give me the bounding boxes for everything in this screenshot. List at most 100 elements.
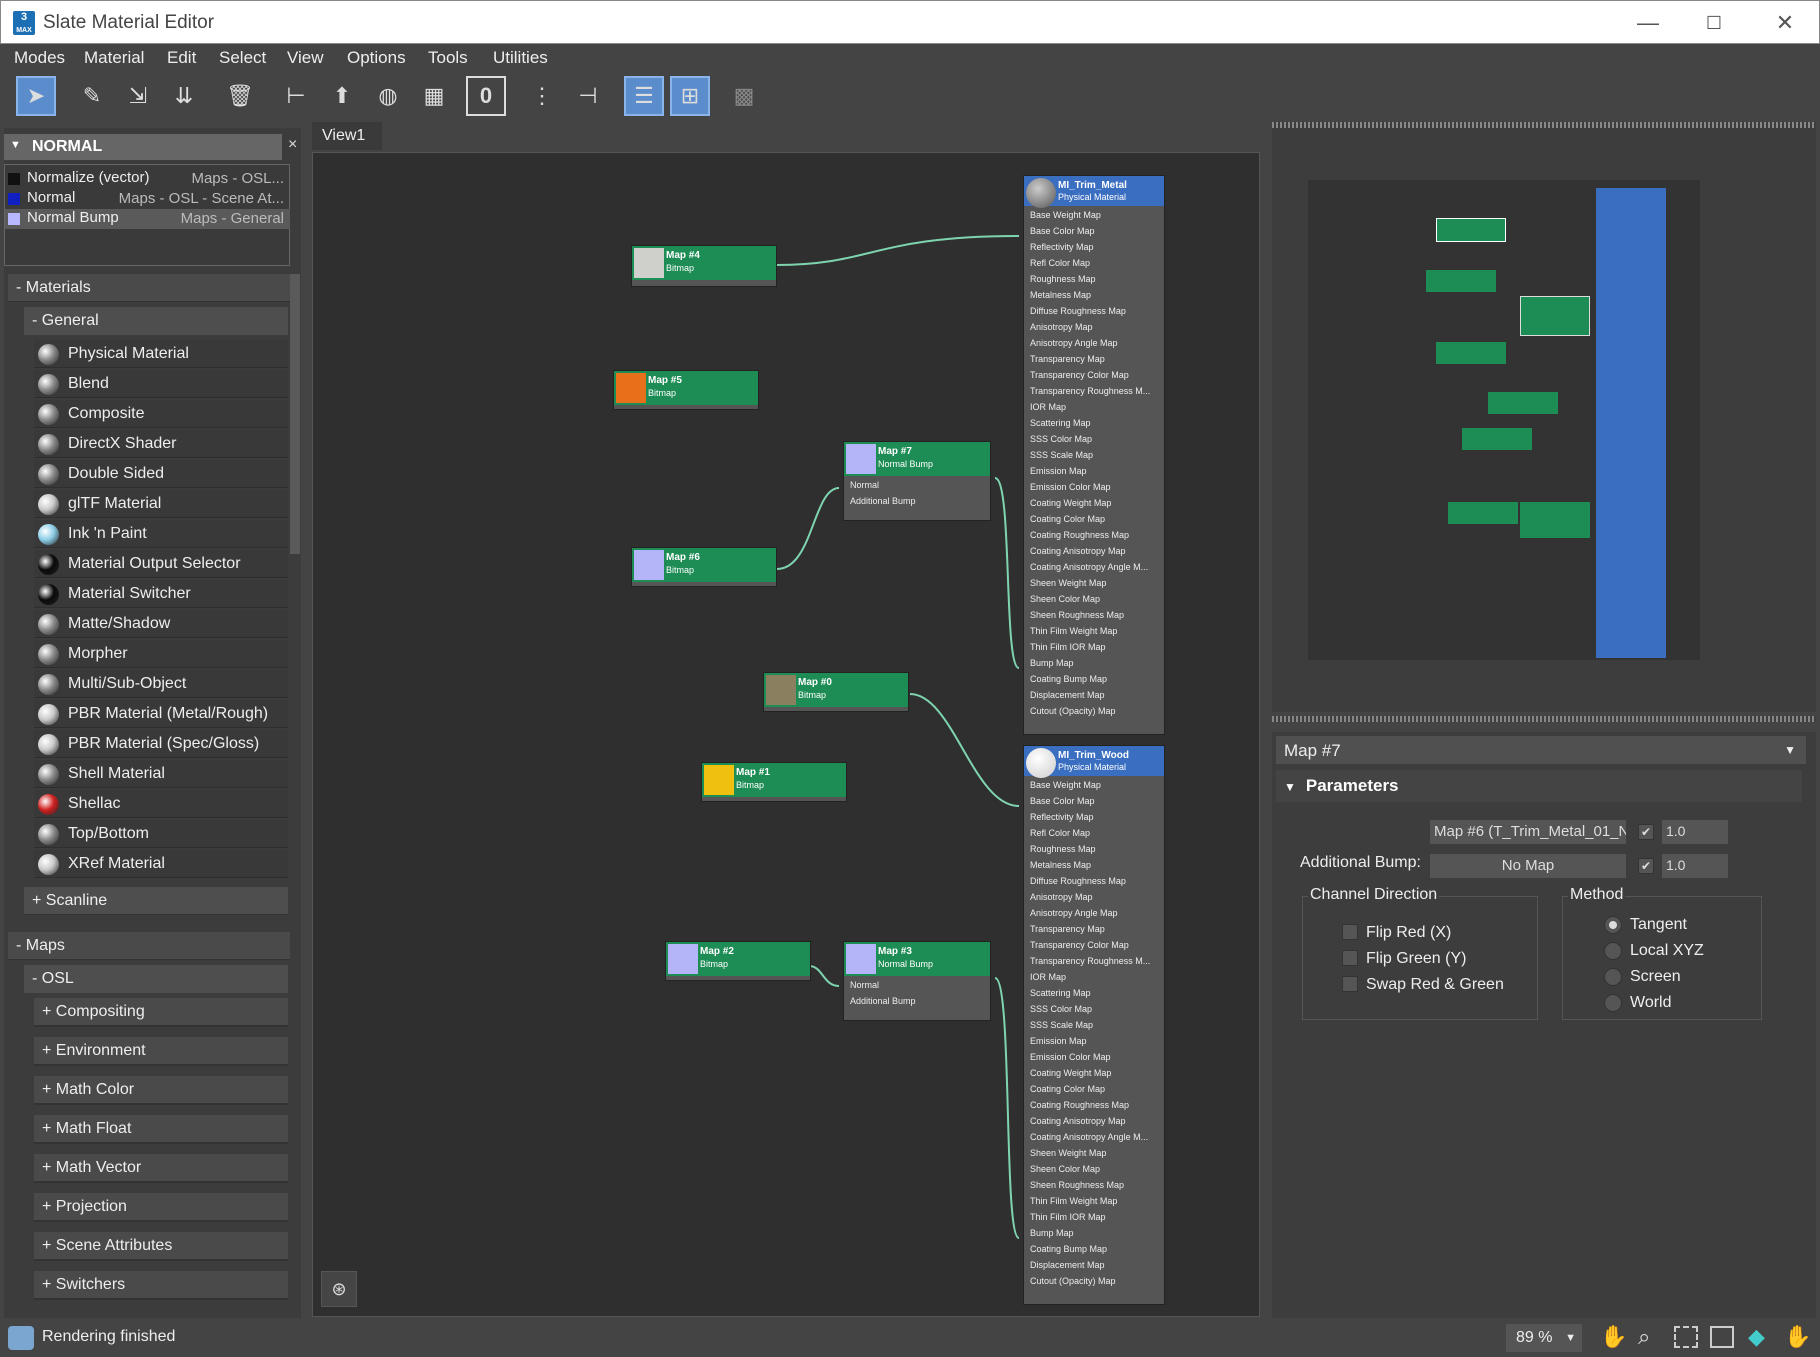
material-slot[interactable]: Transparency Roughness M... bbox=[1024, 956, 1164, 966]
radio-world[interactable] bbox=[1604, 994, 1622, 1012]
material-slot[interactable]: Sheen Color Map bbox=[1024, 1164, 1164, 1174]
osl-group-header[interactable]: + Projection bbox=[34, 1193, 288, 1222]
select-tool-icon[interactable]: ➤ bbox=[16, 76, 56, 116]
material-slot[interactable]: Refl Color Map bbox=[1024, 258, 1164, 268]
material-item[interactable]: Morpher bbox=[34, 640, 288, 668]
maps-section-header[interactable]: - Maps bbox=[8, 932, 290, 960]
node-map6[interactable]: Map #6 Bitmap bbox=[631, 547, 777, 587]
layout-all-icon[interactable]: ⊢ bbox=[276, 76, 316, 116]
osl-group-header[interactable]: + Environment bbox=[34, 1037, 288, 1066]
layout-children-icon[interactable]: ⬆ bbox=[322, 76, 362, 116]
material-item[interactable]: glTF Material bbox=[34, 490, 288, 518]
material-slot[interactable]: Coating Bump Map bbox=[1024, 1244, 1164, 1254]
material-item[interactable]: Multi/Sub-Object bbox=[34, 670, 288, 698]
material-slot[interactable]: Coating Roughness Map bbox=[1024, 1100, 1164, 1110]
zoom-extents-icon[interactable] bbox=[1710, 1326, 1734, 1348]
collapse-triangle-icon[interactable]: ▼ bbox=[10, 139, 21, 151]
osl-group-header[interactable]: + Math Vector bbox=[34, 1154, 288, 1183]
material-slot[interactable]: Coating Color Map bbox=[1024, 514, 1164, 524]
menu-modes[interactable]: Modes bbox=[14, 48, 65, 68]
material-slot[interactable]: Coating Roughness Map bbox=[1024, 530, 1164, 540]
search-result[interactable]: Normal Maps - OSL - Scene At... bbox=[5, 189, 290, 209]
material-id-icon[interactable]: 0 bbox=[466, 76, 506, 116]
material-item[interactable]: Shell Material bbox=[34, 760, 288, 788]
material-item[interactable]: Blend bbox=[34, 370, 288, 398]
material-slot[interactable]: Sheen Color Map bbox=[1024, 594, 1164, 604]
material-slot[interactable]: Scattering Map bbox=[1024, 418, 1164, 428]
normal-amount-spinner[interactable]: 1.0 bbox=[1662, 820, 1728, 844]
minimize-button[interactable]: — bbox=[1628, 9, 1668, 37]
material-slot[interactable]: Roughness Map bbox=[1024, 844, 1164, 854]
menu-material[interactable]: Material bbox=[84, 48, 144, 68]
node-canvas[interactable]: Map #4 Bitmap Map #5 Bitmap Map #6 Bitmap M… bbox=[312, 152, 1260, 1317]
node-map2[interactable]: Map #2 Bitmap bbox=[665, 941, 811, 981]
move-children-icon[interactable]: ⇊ bbox=[164, 76, 204, 116]
osl-group-header[interactable]: + Compositing bbox=[34, 998, 288, 1027]
material-slot[interactable]: Sheen Roughness Map bbox=[1024, 610, 1164, 620]
slot-additional-bump[interactable]: Additional Bump bbox=[844, 496, 990, 506]
show-map-in-viewport-icon[interactable]: ◍ bbox=[368, 76, 408, 116]
material-slot[interactable]: Anisotropy Angle Map bbox=[1024, 338, 1164, 348]
material-item[interactable]: PBR Material (Spec/Gloss) bbox=[34, 730, 288, 758]
slot-normal[interactable]: Normal bbox=[844, 480, 990, 490]
slot-normal[interactable]: Normal bbox=[844, 980, 990, 990]
node-map7[interactable]: Map #7 Normal Bump Normal Additional Bump bbox=[843, 441, 991, 521]
material-slot[interactable]: Thin Film Weight Map bbox=[1024, 626, 1164, 636]
material-slot[interactable]: Diffuse Roughness Map bbox=[1024, 876, 1164, 886]
material-slot[interactable]: SSS Scale Map bbox=[1024, 1020, 1164, 1030]
material-slot[interactable]: Diffuse Roughness Map bbox=[1024, 306, 1164, 316]
material-slot[interactable]: Coating Anisotropy Map bbox=[1024, 546, 1164, 556]
tab-view1[interactable]: View1 bbox=[312, 122, 382, 150]
menu-edit[interactable]: Edit bbox=[167, 48, 196, 68]
radio-local-xyz[interactable] bbox=[1604, 942, 1622, 960]
material-slot[interactable]: Thin Film IOR Map bbox=[1024, 642, 1164, 652]
node-mi-trim-metal[interactable]: MI_Trim_Metal Physical Material Base Weig… bbox=[1023, 175, 1165, 735]
menu-select[interactable]: Select bbox=[219, 48, 266, 68]
material-slot[interactable]: Coating Bump Map bbox=[1024, 674, 1164, 684]
material-slot[interactable]: Emission Map bbox=[1024, 1036, 1164, 1046]
material-slot[interactable]: Scattering Map bbox=[1024, 988, 1164, 998]
material-slot[interactable]: Refl Color Map bbox=[1024, 828, 1164, 838]
assign-material-icon[interactable]: ⇲ bbox=[118, 76, 158, 116]
material-slot[interactable]: Sheen Roughness Map bbox=[1024, 1180, 1164, 1190]
material-slot[interactable]: Anisotropy Angle Map bbox=[1024, 908, 1164, 918]
osl-subsection-header[interactable]: - OSL bbox=[24, 965, 288, 993]
material-slot[interactable]: Reflectivity Map bbox=[1024, 242, 1164, 252]
navigator-icon[interactable]: ▩ bbox=[724, 76, 764, 116]
material-slot[interactable]: Base Color Map bbox=[1024, 226, 1164, 236]
material-slot[interactable]: Transparency Color Map bbox=[1024, 940, 1164, 950]
general-subsection-header[interactable]: - General bbox=[24, 307, 288, 335]
material-slot[interactable]: Anisotropy Map bbox=[1024, 892, 1164, 902]
material-slot[interactable]: Reflectivity Map bbox=[1024, 812, 1164, 822]
material-slot[interactable]: Cutout (Opacity) Map bbox=[1024, 1276, 1164, 1286]
menu-tools[interactable]: Tools bbox=[428, 48, 468, 68]
material-item[interactable]: PBR Material (Metal/Rough) bbox=[34, 700, 288, 728]
material-slot[interactable]: Coating Weight Map bbox=[1024, 498, 1164, 508]
menu-utilities[interactable]: Utilities bbox=[493, 48, 548, 68]
layout-icon[interactable]: ⊣ bbox=[568, 76, 608, 116]
browser-scrollbar[interactable] bbox=[290, 274, 300, 554]
panel-grip[interactable] bbox=[1272, 716, 1816, 722]
material-slot[interactable]: Base Weight Map bbox=[1024, 780, 1164, 790]
material-slot[interactable]: Bump Map bbox=[1024, 1228, 1164, 1238]
swap-red-green-checkbox[interactable] bbox=[1342, 976, 1358, 992]
hide-unused-slots-icon[interactable]: ⋮ bbox=[522, 76, 562, 116]
material-slot[interactable]: Metalness Map bbox=[1024, 860, 1164, 870]
node-map3[interactable]: Map #3 Normal Bump Normal Additional Bump bbox=[843, 941, 991, 1021]
zoom-region-icon[interactable] bbox=[1674, 1326, 1698, 1348]
clear-search-icon[interactable]: × bbox=[288, 136, 297, 154]
material-slot[interactable]: Coating Anisotropy Angle M... bbox=[1024, 1132, 1164, 1142]
material-item[interactable]: Composite bbox=[34, 400, 288, 428]
additional-bump-enable-checkbox[interactable]: ✔ bbox=[1638, 858, 1654, 874]
material-item[interactable]: Matte/Shadow bbox=[34, 610, 288, 638]
background-icon[interactable]: ▦ bbox=[414, 76, 454, 116]
search-input[interactable]: ▼ NORMAL bbox=[4, 134, 282, 160]
material-slot[interactable]: Coating Anisotropy Angle M... bbox=[1024, 562, 1164, 572]
material-slot[interactable]: Base Weight Map bbox=[1024, 210, 1164, 220]
delete-icon[interactable]: 🗑 bbox=[220, 76, 260, 116]
pan-hand-icon[interactable]: ✋ bbox=[1600, 1324, 1627, 1350]
node-map1[interactable]: Map #1 Bitmap bbox=[701, 762, 847, 802]
material-slot[interactable]: Transparency Color Map bbox=[1024, 370, 1164, 380]
material-slot[interactable]: Cutout (Opacity) Map bbox=[1024, 706, 1164, 716]
material-slot[interactable]: IOR Map bbox=[1024, 972, 1164, 982]
